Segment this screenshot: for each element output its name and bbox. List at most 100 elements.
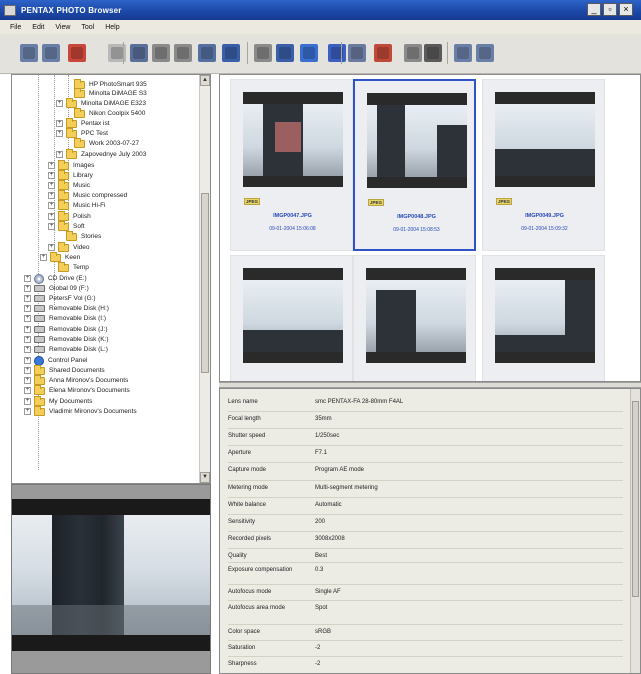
expand-icon[interactable]: + xyxy=(48,162,55,169)
expand-icon[interactable]: + xyxy=(48,202,55,209)
window-icon[interactable] xyxy=(476,44,494,62)
tree-item[interactable]: + Removable Disk (K:) xyxy=(24,335,109,344)
tree-item[interactable]: Temp xyxy=(48,261,89,272)
tree-item[interactable]: + Removable Disk (H:) xyxy=(24,304,109,313)
info-label: Capture mode xyxy=(228,467,267,473)
expand-icon[interactable]: + xyxy=(24,295,31,302)
expand-icon[interactable]: + xyxy=(24,357,31,364)
save-icon[interactable] xyxy=(198,44,216,62)
resize-icon[interactable] xyxy=(130,44,148,62)
forward-icon[interactable] xyxy=(42,44,60,62)
print-icon[interactable] xyxy=(374,44,392,62)
close-button[interactable]: × xyxy=(619,3,633,16)
tree-item[interactable]: + Music Hi-Fi xyxy=(48,199,106,210)
tree-item[interactable]: + Minolta DiMAGE E323 xyxy=(56,97,147,108)
maximize-button[interactable]: ▫ xyxy=(603,3,617,16)
tree-item[interactable]: + Removable Disk (I:) xyxy=(24,314,106,323)
expand-icon[interactable]: + xyxy=(48,172,55,179)
tree-item[interactable]: + Removable Disk (J:) xyxy=(24,325,108,334)
sort-icon[interactable] xyxy=(300,44,318,62)
expand-icon[interactable]: + xyxy=(48,192,55,199)
tree-item[interactable]: Minolta DiMAGE S3 xyxy=(64,87,147,98)
expand-icon[interactable]: + xyxy=(24,367,31,374)
tree-scrollbar[interactable]: ▲ ▼ xyxy=(199,75,210,483)
settings-icon[interactable] xyxy=(424,44,442,62)
info-scrollbar[interactable] xyxy=(630,389,640,673)
grid-icon[interactable] xyxy=(276,44,294,62)
expand-icon[interactable]: + xyxy=(56,120,63,127)
copy-icon[interactable] xyxy=(152,44,170,62)
expand-icon[interactable]: + xyxy=(40,254,47,261)
tree-item-label: Minolta DiMAGE E323 xyxy=(81,100,147,107)
menu-file[interactable]: File xyxy=(10,24,21,31)
expand-icon[interactable]: + xyxy=(24,408,31,415)
expand-icon[interactable]: + xyxy=(24,346,31,353)
tree-item[interactable]: + Pentax ist xyxy=(56,117,110,128)
tree-item[interactable]: + Music xyxy=(48,179,90,190)
info-value: smc PENTAX-FA 28-80mm F4AL xyxy=(315,399,404,405)
thumbnail[interactable]: JPEG IMGP0047.JPG 09-01-2004 15:06:08 xyxy=(230,79,353,251)
minimize-button[interactable]: _ xyxy=(587,3,601,16)
tree-item[interactable]: + Library xyxy=(48,169,93,180)
tree-item[interactable]: + Polish xyxy=(48,210,91,221)
expand-icon[interactable]: + xyxy=(56,151,63,158)
info-divider xyxy=(228,480,623,481)
expand-icon[interactable]: + xyxy=(24,285,31,292)
thumbnail[interactable]: JPEG IMGP0049.JPG 09-01-2004 15:09:32 xyxy=(482,79,605,251)
thumbnail[interactable] xyxy=(230,255,353,381)
expand-icon[interactable]: + xyxy=(24,377,31,384)
expand-icon[interactable]: + xyxy=(24,336,31,343)
expand-icon[interactable]: + xyxy=(56,100,63,107)
tree-item[interactable]: + Removable Disk (L:) xyxy=(24,345,108,354)
expand-icon[interactable]: + xyxy=(24,315,31,322)
tree-item[interactable]: Work 2003-07-27 xyxy=(64,137,139,148)
info-scroll-thumb[interactable] xyxy=(632,401,639,597)
tree-item[interactable]: Nikon Coolpix 5400 xyxy=(64,107,145,118)
expand-icon[interactable]: + xyxy=(24,387,31,394)
paste-icon[interactable] xyxy=(174,44,192,62)
tree-item[interactable]: + PetersF Vol (G:) xyxy=(24,294,96,303)
toolbar-separator xyxy=(247,42,248,64)
tree-item[interactable]: + Images xyxy=(48,159,94,170)
tree-item-label: Pentax ist xyxy=(81,120,110,127)
preview-border-top xyxy=(12,499,210,515)
scroll-down-icon[interactable]: ▼ xyxy=(200,472,210,483)
info-divider xyxy=(228,497,623,498)
menu-view[interactable]: View xyxy=(55,24,70,31)
expand-icon[interactable]: + xyxy=(48,223,55,230)
folder-tree: ▲ ▼ HP PhotoSmart 935 Minolta DiMAGE S3 + M… xyxy=(11,74,211,484)
thumbnail[interactable]: JPEG IMGP0048.JPG 09-01-2004 15:08:53 xyxy=(353,79,476,251)
trash-icon[interactable] xyxy=(222,44,240,62)
back-icon[interactable] xyxy=(20,44,38,62)
info-value: Program AE mode xyxy=(315,467,365,473)
expand-icon[interactable]: + xyxy=(56,130,63,137)
expand-icon[interactable]: + xyxy=(24,305,31,312)
tree-item[interactable]: + Zapovednye July 2003 xyxy=(56,148,146,159)
info-icon[interactable] xyxy=(454,44,472,62)
tree-item[interactable]: + Vladimir Mironov's Documents xyxy=(24,405,137,416)
tree-item[interactable]: + CD Drive (E:) xyxy=(24,273,87,284)
folder-icon xyxy=(66,97,77,108)
slideshow-icon[interactable] xyxy=(404,44,422,62)
tree-item[interactable]: Stories xyxy=(56,230,101,241)
tree-scroll-thumb[interactable] xyxy=(201,193,209,373)
thumbnail[interactable] xyxy=(482,255,605,381)
expand-icon[interactable]: + xyxy=(48,244,55,251)
tree-item[interactable]: + PPC Test xyxy=(56,127,108,138)
tree-item[interactable]: + Global 09 (F:) xyxy=(24,284,89,293)
delete-icon[interactable] xyxy=(68,44,86,62)
compare-icon[interactable] xyxy=(254,44,272,62)
expand-icon[interactable]: + xyxy=(24,326,31,333)
thumbnail[interactable] xyxy=(353,255,476,381)
expand-icon[interactable]: + xyxy=(48,213,55,220)
scroll-up-icon[interactable]: ▲ xyxy=(200,75,210,86)
menu-edit[interactable]: Edit xyxy=(32,24,44,31)
menu-help[interactable]: Help xyxy=(105,24,119,31)
fit-icon[interactable] xyxy=(328,44,346,62)
expand-icon[interactable]: + xyxy=(48,182,55,189)
expand-icon[interactable]: + xyxy=(24,275,31,282)
expand-icon[interactable]: + xyxy=(24,398,31,405)
zoom-icon[interactable] xyxy=(348,44,366,62)
menu-tool[interactable]: Tool xyxy=(81,24,94,31)
tree-item[interactable]: + Elena Mironov's Documents xyxy=(24,384,130,395)
